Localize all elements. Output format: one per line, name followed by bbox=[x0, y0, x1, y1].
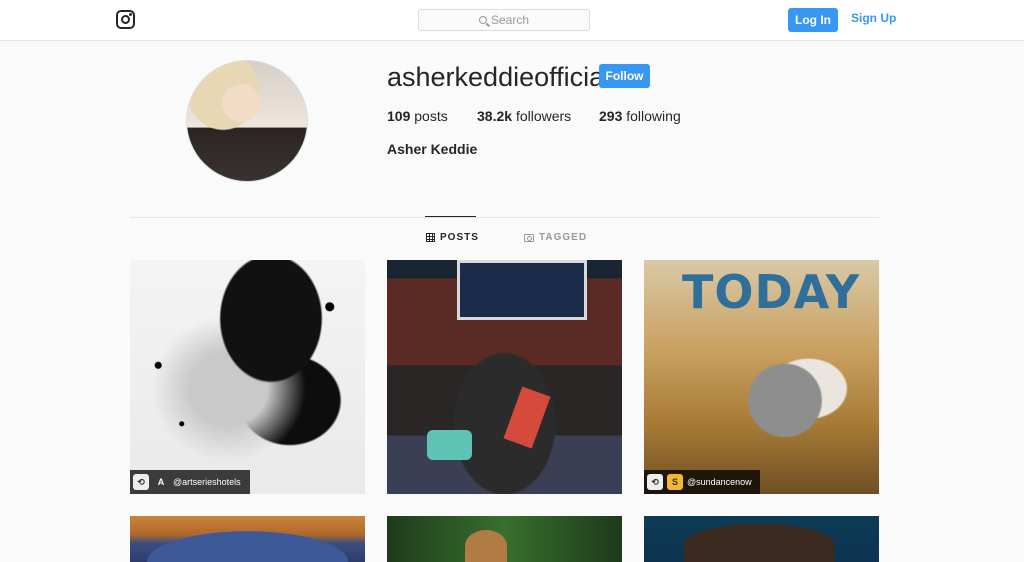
post-thumbnail-6[interactable] bbox=[644, 516, 879, 562]
post-thumbnail-2[interactable] bbox=[387, 260, 622, 494]
photo-window bbox=[457, 260, 587, 320]
post-credit-text: @sundancenow bbox=[687, 477, 752, 487]
following-count: 293 bbox=[599, 108, 623, 124]
followers-count: 38.2k bbox=[477, 108, 513, 124]
repost-app-icon: ⟲ bbox=[647, 474, 663, 490]
profile-username: asherkeddieofficial bbox=[387, 62, 611, 92]
brand-logo-icon: A bbox=[157, 477, 165, 487]
log-in-button[interactable]: Log In bbox=[788, 8, 838, 32]
tab-posts-label: POSTS bbox=[440, 232, 479, 243]
photo-red-pillow bbox=[503, 386, 551, 449]
search-input[interactable]: Search bbox=[418, 9, 590, 31]
post-thumbnail-4[interactable] bbox=[130, 516, 365, 562]
following-stat[interactable]: 293 following bbox=[599, 108, 681, 124]
tagged-icon bbox=[524, 233, 534, 242]
following-label: following bbox=[626, 108, 681, 124]
profile-stats: 109 posts 38.2k followers 293 following bbox=[387, 108, 681, 124]
profile-avatar bbox=[186, 60, 308, 182]
tabs-divider bbox=[130, 217, 879, 218]
post-credit-badge: ⟲ S @sundancenow bbox=[644, 470, 760, 494]
follow-button[interactable]: Follow bbox=[599, 64, 650, 88]
photo-hat bbox=[130, 526, 365, 562]
post-credit-text: @artserieshotels bbox=[173, 477, 241, 487]
post-thumbnail-1[interactable]: ⟲ A @artserieshotels bbox=[130, 260, 365, 494]
profile-full-name: Asher Keddie bbox=[387, 141, 478, 157]
posts-count-stat: 109 posts bbox=[387, 108, 477, 124]
active-tab-indicator bbox=[425, 216, 476, 217]
followers-label: followers bbox=[515, 108, 572, 124]
posts-label: posts bbox=[414, 108, 448, 124]
logo-flash-dot bbox=[129, 13, 132, 16]
logo-lens bbox=[121, 15, 130, 24]
post-overlay-text: TODAY bbox=[682, 265, 861, 319]
followers-stat[interactable]: 38.2k followers bbox=[477, 108, 599, 124]
posts-count: 109 bbox=[387, 108, 411, 124]
photo-face bbox=[684, 524, 834, 562]
repost-app-icon: ⟲ bbox=[133, 474, 149, 490]
post-thumbnail-3[interactable]: TODAY ⟲ S @sundancenow bbox=[644, 260, 879, 494]
tab-posts[interactable]: POSTS bbox=[426, 232, 479, 243]
sign-up-link[interactable]: Sign Up bbox=[851, 11, 896, 25]
instagram-logo-icon[interactable] bbox=[116, 10, 135, 29]
tab-tagged[interactable]: TAGGED bbox=[524, 232, 587, 243]
post-credit-badge: ⟲ A @artserieshotels bbox=[130, 470, 250, 494]
grid-icon bbox=[426, 233, 435, 242]
top-navigation-bar: Search Log In Sign Up bbox=[0, 0, 1024, 41]
tab-tagged-label: TAGGED bbox=[539, 232, 588, 243]
photo-teal-cushion bbox=[427, 430, 472, 460]
search-placeholder: Search bbox=[490, 13, 530, 27]
photo-head bbox=[465, 530, 507, 562]
search-icon bbox=[478, 16, 487, 24]
brand-logo-icon: S bbox=[667, 474, 683, 490]
post-thumbnail-5[interactable] bbox=[387, 516, 622, 562]
